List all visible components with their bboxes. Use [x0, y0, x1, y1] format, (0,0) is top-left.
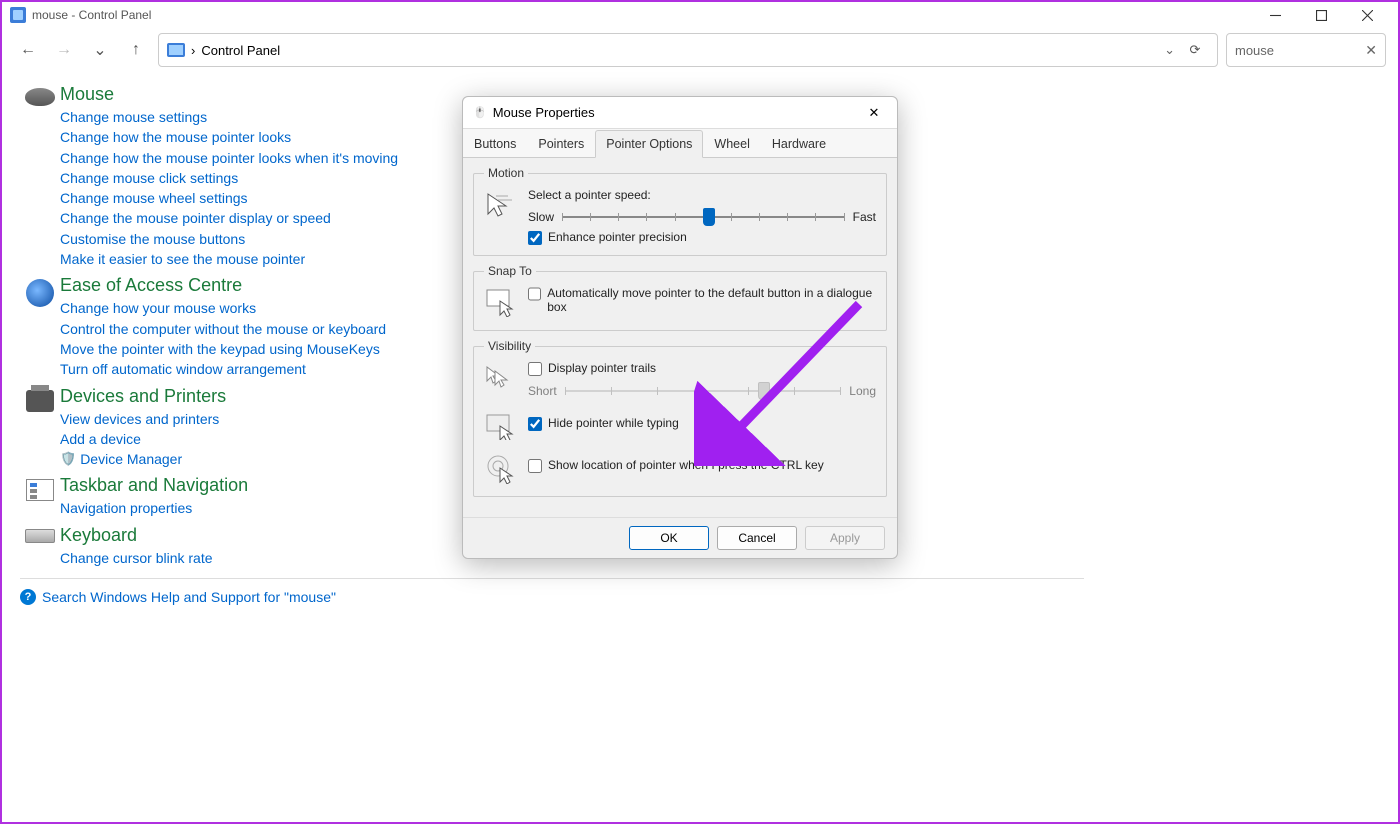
- short-label: Short: [528, 384, 557, 398]
- link-device-manager[interactable]: 🛡️ Device Manager: [60, 449, 182, 469]
- motion-legend: Motion: [484, 166, 528, 180]
- minimize-button[interactable]: [1252, 2, 1298, 28]
- help-icon: ?: [20, 589, 36, 605]
- toolbar: ← → ⌄ ↑ › Control Panel ⌄ ⟳ mouse ✕: [2, 28, 1398, 72]
- ctrl-locate-icon: [484, 452, 518, 486]
- refresh-button[interactable]: ⟳: [1181, 36, 1209, 64]
- cancel-button[interactable]: Cancel: [717, 526, 797, 550]
- keyboard-icon: [25, 529, 55, 543]
- mouse-link-6[interactable]: Customise the mouse buttons: [60, 229, 398, 249]
- search-input[interactable]: mouse ✕: [1226, 33, 1386, 67]
- chevron-down-icon[interactable]: ⌄: [1164, 42, 1175, 58]
- eoa-link-3[interactable]: Turn off automatic window arrangement: [60, 359, 386, 379]
- devices-icon: [26, 390, 54, 412]
- fast-label: Fast: [853, 210, 876, 224]
- mouse-properties-dialog: 🖱️ Mouse Properties ✕ ButtonsPointersPoi…: [462, 96, 898, 559]
- back-button[interactable]: ←: [14, 36, 42, 64]
- snap-to-icon: [484, 286, 518, 320]
- devices-link-1[interactable]: Add a device: [60, 429, 226, 449]
- tab-buttons[interactable]: Buttons: [463, 130, 527, 158]
- section-title-mouse[interactable]: Mouse: [60, 84, 398, 105]
- apply-button: Apply: [805, 526, 885, 550]
- visibility-legend: Visibility: [484, 339, 535, 353]
- dialog-footer: OK Cancel Apply: [463, 517, 897, 558]
- divider: [20, 578, 1084, 579]
- shield-icon: 🛡️: [60, 450, 76, 469]
- tab-pointer-options[interactable]: Pointer Options: [595, 130, 703, 158]
- snap-to-group: Snap To Automatically move pointer to th…: [473, 264, 887, 331]
- forward-button[interactable]: →: [50, 36, 78, 64]
- window-titlebar: mouse - Control Panel: [2, 2, 1398, 28]
- hide-pointer-checkbox[interactable]: Hide pointer while typing: [528, 416, 876, 431]
- control-panel-icon: [167, 43, 185, 57]
- eoa-link-0[interactable]: Change how your mouse works: [60, 298, 386, 318]
- tab-hardware[interactable]: Hardware: [761, 130, 837, 158]
- snap-legend: Snap To: [484, 264, 536, 278]
- motion-group: Motion Select a pointer speed: Slow Fast: [473, 166, 887, 256]
- tab-pointers[interactable]: Pointers: [527, 130, 595, 158]
- long-label: Long: [849, 384, 876, 398]
- dialog-titlebar[interactable]: 🖱️ Mouse Properties ✕: [463, 97, 897, 129]
- mouse-link-4[interactable]: Change mouse wheel settings: [60, 188, 398, 208]
- maximize-button[interactable]: [1298, 2, 1344, 28]
- mouse-link-2[interactable]: Change how the mouse pointer looks when …: [60, 148, 398, 168]
- search-value: mouse: [1235, 43, 1274, 58]
- tab-wheel[interactable]: Wheel: [703, 130, 760, 158]
- devices-link-0[interactable]: View devices and printers: [60, 409, 226, 429]
- keyboard-link-0[interactable]: Change cursor blink rate: [60, 548, 213, 568]
- pointer-speed-slider[interactable]: [562, 208, 845, 226]
- ok-button[interactable]: OK: [629, 526, 709, 550]
- slow-label: Slow: [528, 210, 554, 224]
- up-button[interactable]: ↑: [122, 36, 150, 64]
- help-link[interactable]: ? Search Windows Help and Support for "m…: [20, 587, 1084, 607]
- breadcrumb-label[interactable]: Control Panel: [201, 43, 280, 58]
- mouse-link-0[interactable]: Change mouse settings: [60, 107, 398, 127]
- window-title: mouse - Control Panel: [32, 8, 151, 22]
- dialog-title: Mouse Properties: [493, 105, 595, 120]
- taskbar-link-0[interactable]: Navigation properties: [60, 498, 248, 518]
- recent-dropdown[interactable]: ⌄: [86, 36, 114, 64]
- breadcrumb-sep: ›: [191, 43, 195, 58]
- mouse-link-5[interactable]: Change the mouse pointer display or spee…: [60, 208, 398, 228]
- mouse-icon: [25, 88, 55, 106]
- eoa-link-2[interactable]: Move the pointer with the keypad using M…: [60, 339, 386, 359]
- ctrl-locate-checkbox[interactable]: Show location of pointer when I press th…: [528, 458, 876, 473]
- pointer-speed-label: Select a pointer speed:: [528, 188, 876, 202]
- dialog-close-button[interactable]: ✕: [861, 100, 887, 126]
- visibility-group: Visibility Display pointer trails Short: [473, 339, 887, 497]
- tab-strip: ButtonsPointersPointer OptionsWheelHardw…: [463, 129, 897, 158]
- mouse-icon: 🖱️: [473, 106, 487, 119]
- eoa-link-1[interactable]: Control the computer without the mouse o…: [60, 319, 386, 339]
- mouse-link-1[interactable]: Change how the mouse pointer looks: [60, 127, 398, 147]
- address-bar[interactable]: › Control Panel ⌄ ⟳: [158, 33, 1218, 67]
- snap-to-checkbox[interactable]: Automatically move pointer to the defaul…: [528, 286, 876, 314]
- mouse-link-3[interactable]: Change mouse click settings: [60, 168, 398, 188]
- pointer-trails-icon: [484, 361, 518, 395]
- pointer-trails-checkbox[interactable]: Display pointer trails: [528, 361, 876, 376]
- enhance-precision-checkbox[interactable]: Enhance pointer precision: [528, 230, 876, 245]
- mouse-link-7[interactable]: Make it easier to see the mouse pointer: [60, 249, 398, 269]
- taskbar-icon: [26, 479, 54, 501]
- trail-length-slider: [565, 382, 842, 400]
- section-title-keyboard[interactable]: Keyboard: [60, 525, 213, 546]
- section-title-eoa[interactable]: Ease of Access Centre: [60, 275, 386, 296]
- hide-pointer-icon: [484, 410, 518, 444]
- pointer-speed-icon: [484, 188, 518, 222]
- section-title-taskbar[interactable]: Taskbar and Navigation: [60, 475, 248, 496]
- ease-of-access-icon: [26, 279, 54, 307]
- section-title-devices[interactable]: Devices and Printers: [60, 386, 226, 407]
- control-panel-icon: [10, 7, 26, 23]
- close-button[interactable]: [1344, 2, 1390, 28]
- clear-search-icon[interactable]: ✕: [1365, 42, 1377, 59]
